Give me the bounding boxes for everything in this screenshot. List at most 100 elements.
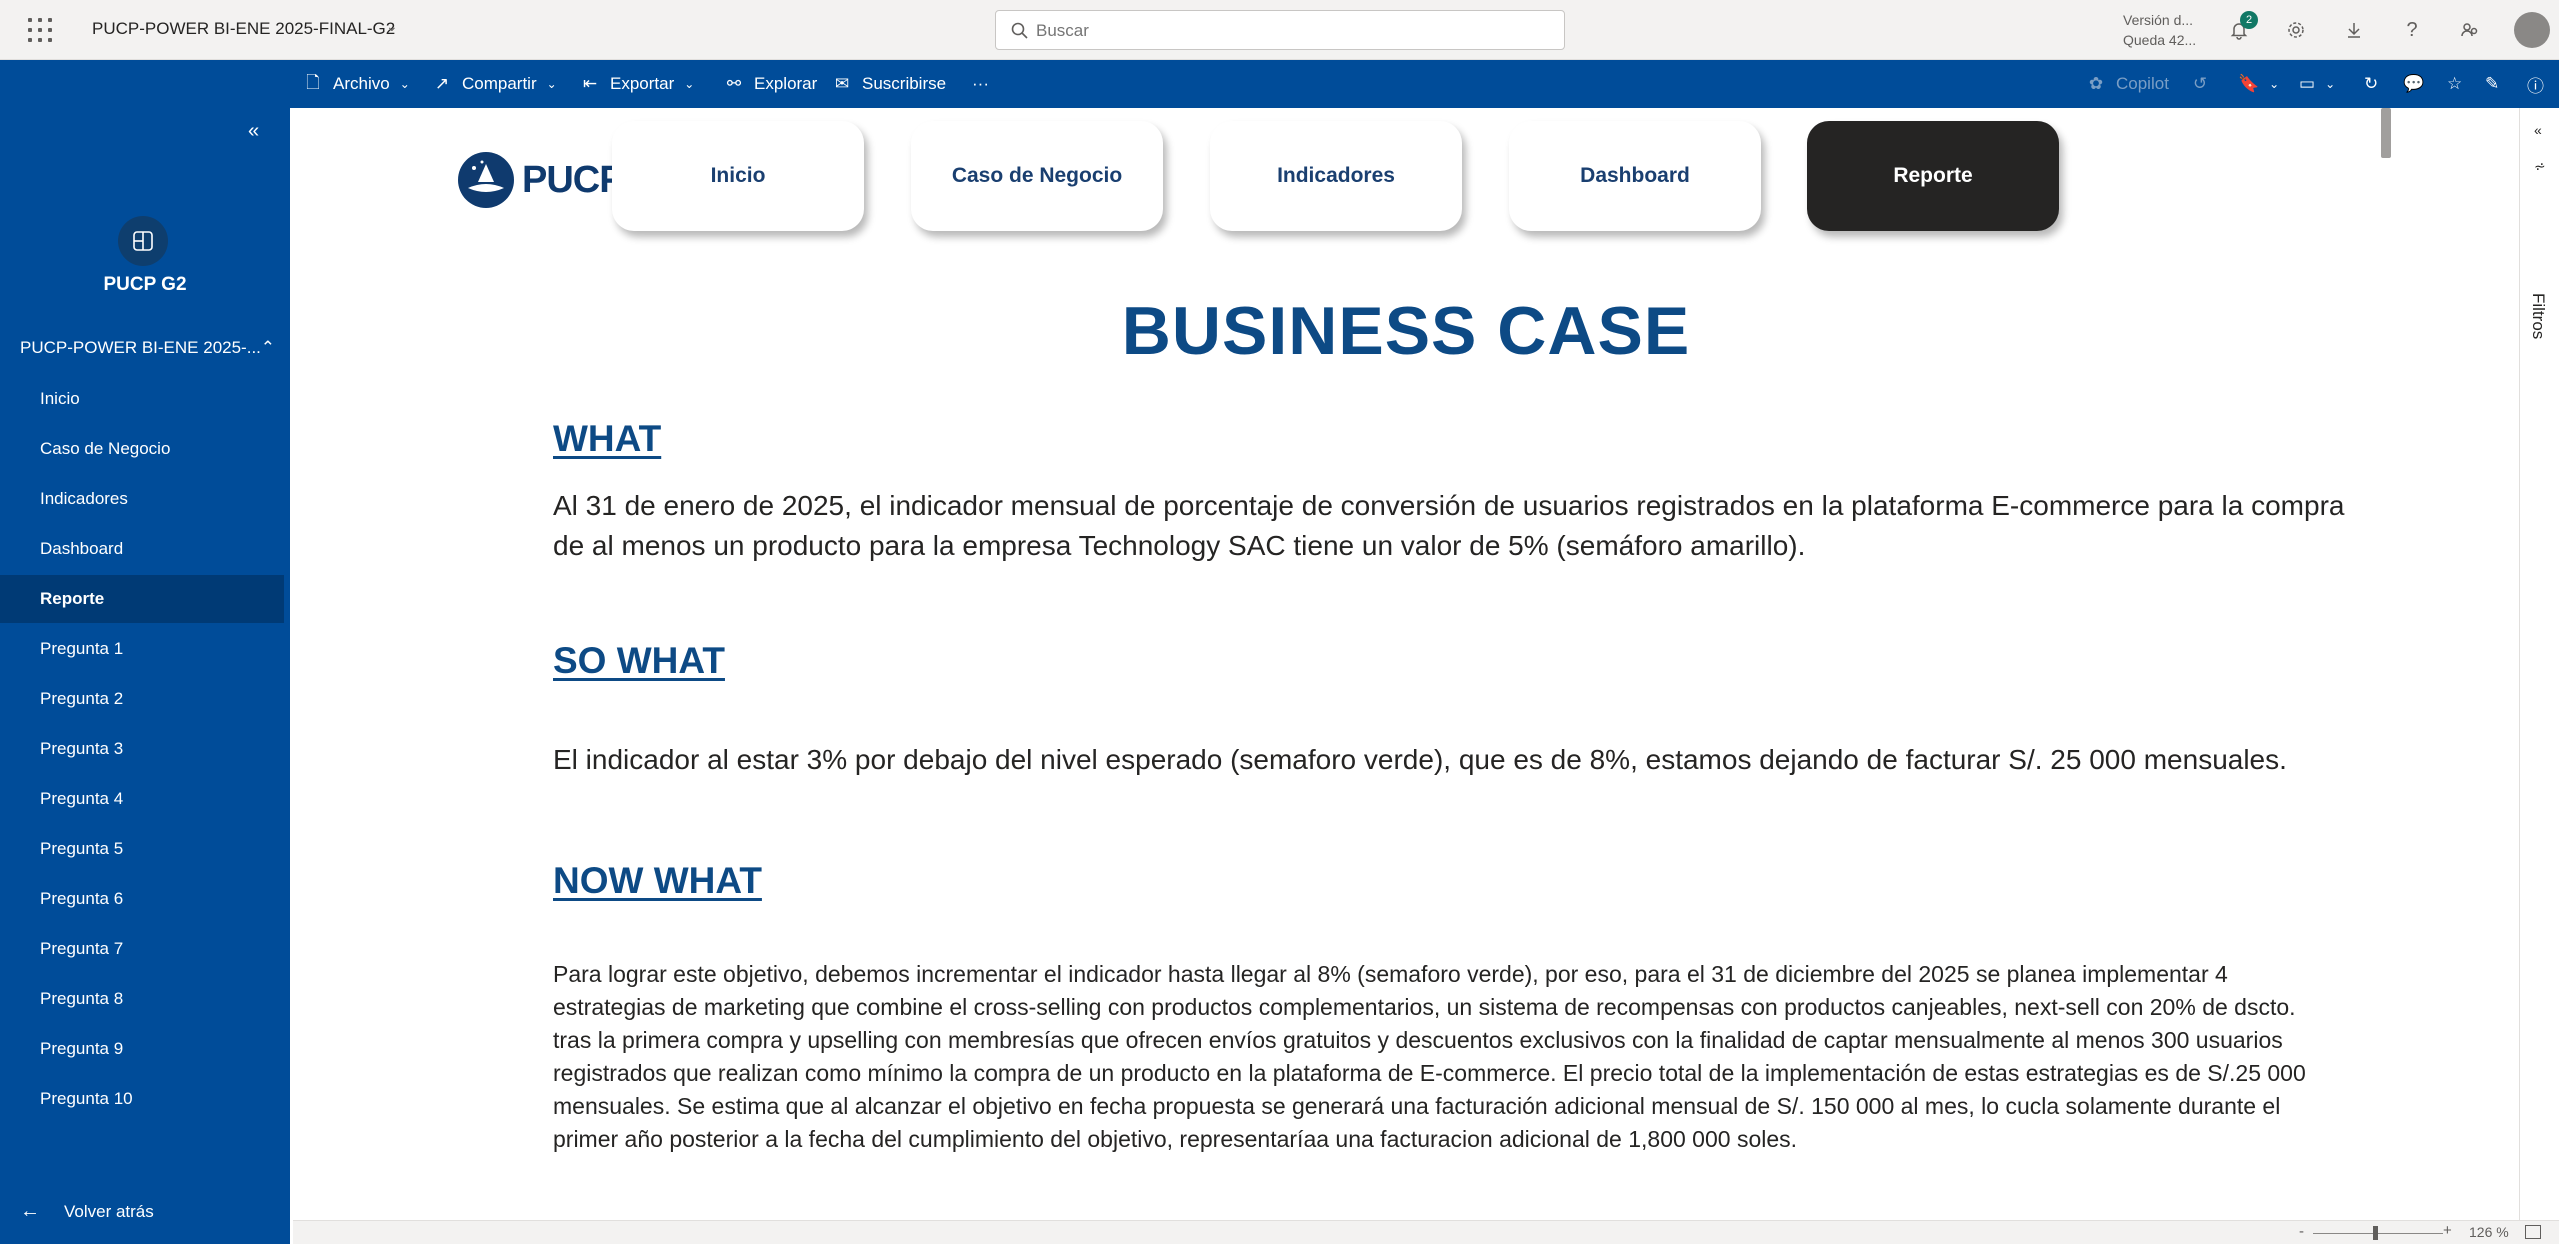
sidebar-item-label: Reporte: [40, 589, 105, 608]
page-title: BUSINESS CASE: [1121, 293, 1691, 369]
undo-icon[interactable]: ↺: [2193, 60, 2207, 108]
sidebar-item[interactable]: Indicadores: [0, 475, 284, 523]
sidebar-item[interactable]: Dashboard: [0, 525, 284, 573]
suscribirse-button[interactable]: ✉ Suscribirse: [832, 60, 946, 108]
arrow-left-icon: ←: [20, 1200, 40, 1222]
sidebar-item-label: Caso de Negocio: [40, 439, 171, 458]
report-title[interactable]: PUCP-POWER BI-ENE 2025-FINAL-G2: [92, 19, 395, 39]
zoom-slider-thumb[interactable]: [2373, 1226, 2379, 1240]
vertical-scrollbar[interactable]: [2381, 108, 2391, 158]
edit-pencil-icon[interactable]: ✎: [2485, 60, 2499, 108]
command-bar: 🗋 Archivo ⌄ ↗ Compartir ⌄ ⇤ Exportar ⌄ ⚯…: [0, 60, 2559, 108]
bookmark-icon[interactable]: 🔖 ⌄: [2238, 60, 2279, 108]
pucp-logo: PUCP: [458, 152, 625, 208]
so-what-heading: SO WHAT: [553, 640, 725, 681]
report-nav-button[interactable]: Dashboard: [1509, 121, 1761, 231]
archivo-menu[interactable]: 🗋 Archivo ⌄: [303, 60, 410, 108]
zoom-out-button[interactable]: -: [2299, 1223, 2304, 1240]
help-icon[interactable]: ?: [2398, 16, 2426, 44]
status-bar: - + 126 %: [293, 1220, 2559, 1244]
copilot-label: Copilot: [2116, 74, 2169, 93]
now-what-text: Para lograr este objetivo, debemos incre…: [553, 961, 2306, 1152]
sidebar-item[interactable]: Pregunta 4: [0, 775, 284, 823]
sidebar-item-label: Pregunta 4: [40, 789, 124, 808]
sidebar-item[interactable]: Pregunta 3: [0, 725, 284, 773]
refresh-icon[interactable]: ↻: [2364, 60, 2378, 108]
sidebar-item[interactable]: Pregunta 10: [0, 1075, 284, 1123]
comment-icon[interactable]: 💬: [2403, 60, 2424, 108]
export-icon: ⇤: [582, 74, 598, 93]
zoom-level: 126 %: [2469, 1224, 2509, 1240]
download-icon[interactable]: [2340, 16, 2368, 44]
trial-remaining-label: Queda 42...: [2123, 32, 2197, 48]
logo-text: PUCP: [522, 158, 625, 201]
sidebar-item-label: Pregunta 7: [40, 939, 124, 958]
back-label: Volver atrás: [64, 1201, 154, 1221]
exportar-label: Exportar: [610, 74, 675, 93]
compartir-menu[interactable]: ↗ Compartir ⌄: [432, 60, 557, 108]
sidebar-item[interactable]: Pregunta 1: [0, 625, 284, 673]
gear-icon[interactable]: [2282, 16, 2310, 44]
file-icon: 🗋: [306, 72, 320, 92]
zoom-in-button[interactable]: +: [2443, 1222, 2452, 1239]
search-input[interactable]: [1036, 19, 1536, 43]
collapse-nav-icon[interactable]: «: [248, 120, 259, 143]
sidebar-item-label: Pregunta 9: [40, 1039, 124, 1058]
share-icon: ↗: [434, 74, 450, 93]
version-info[interactable]: Versión d... Queda 42...: [2123, 10, 2196, 50]
sidebar-item-label: Pregunta 10: [40, 1089, 133, 1108]
what-text: Al 31 de enero de 2025, el indicador men…: [553, 490, 2345, 561]
info-icon[interactable]: ⓘ: [2527, 60, 2544, 108]
sidebar-item[interactable]: Pregunta 9: [0, 1025, 284, 1073]
view-icon[interactable]: ▭ ⌄: [2299, 60, 2335, 108]
sidebar-item[interactable]: Pregunta 8: [0, 975, 284, 1023]
exportar-menu[interactable]: ⇤ Exportar ⌄: [580, 60, 694, 108]
favorite-star-icon[interactable]: ☆: [2447, 60, 2462, 108]
more-options-button[interactable]: ···: [972, 60, 989, 108]
sidebar-item[interactable]: Pregunta 6: [0, 875, 284, 923]
chevron-down-icon: ⌄: [399, 77, 410, 91]
notification-badge: 2: [2240, 11, 2258, 29]
what-heading: WHAT: [553, 418, 662, 459]
subscribe-icon: ✉: [834, 74, 850, 93]
sidebar-item-label: Indicadores: [40, 489, 128, 508]
chevron-down-icon[interactable]: ⌄: [386, 18, 398, 35]
filters-label[interactable]: Filtros: [2528, 293, 2548, 339]
sidebar-item[interactable]: Caso de Negocio: [0, 425, 284, 473]
sidebar-item[interactable]: Inicio: [0, 375, 284, 423]
sidebar-item[interactable]: Pregunta 5: [0, 825, 284, 873]
chevron-up-icon: ⌃: [260, 338, 275, 357]
sidebar-item-label: Pregunta 1: [40, 639, 124, 658]
back-button[interactable]: ← Volver atrás: [20, 1200, 154, 1223]
user-avatar[interactable]: [2514, 12, 2550, 48]
report-section-header[interactable]: PUCP-POWER BI-ENE 2025-... ⌃: [20, 338, 275, 358]
search-box[interactable]: [995, 10, 1565, 50]
so-what-text: El indicador al estar 3% por debajo del …: [553, 744, 2287, 775]
explorar-label: Explorar: [754, 74, 818, 93]
explorar-button[interactable]: ⚯ Explorar: [724, 60, 817, 108]
filters-pane[interactable]: « ⩫ Filtros: [2519, 108, 2559, 1220]
chevron-down-icon: ⌄: [546, 77, 557, 91]
compartir-label: Compartir: [462, 74, 537, 93]
navigation-pane: « PUCP G2 PUCP-POWER BI-ENE 2025-... ⌃ I…: [0, 108, 290, 1244]
report-nav-button[interactable]: Caso de Negocio: [911, 121, 1163, 231]
archivo-label: Archivo: [333, 74, 390, 93]
sidebar-item-label: Pregunta 2: [40, 689, 124, 708]
report-nav-button[interactable]: Inicio: [612, 121, 864, 231]
report-nav-button[interactable]: Indicadores: [1210, 121, 1462, 231]
search-icon: [1011, 22, 1028, 39]
sidebar-item-label: Pregunta 3: [40, 739, 124, 758]
sidebar-item-label: Pregunta 5: [40, 839, 124, 858]
expand-filters-icon[interactable]: «: [2534, 122, 2542, 138]
sidebar-item[interactable]: Pregunta 7: [0, 925, 284, 973]
report-nav-button[interactable]: Reporte: [1807, 121, 2059, 231]
copilot-button[interactable]: ✿ Copilot: [2086, 60, 2169, 108]
report-canvas: PUCP Inicio Caso de Negocio Indicadores Das…: [293, 108, 2519, 1220]
top-header: PUCP-POWER BI-ENE 2025-FINAL-G2 ⌄ Versió…: [0, 0, 2559, 60]
app-launcher-icon[interactable]: [28, 18, 52, 42]
share-people-icon[interactable]: [2456, 16, 2484, 44]
sidebar-item[interactable]: Reporte: [0, 575, 284, 623]
sidebar-item[interactable]: Pregunta 2: [0, 675, 284, 723]
version-label: Versión d...: [2123, 12, 2194, 28]
fit-to-page-icon[interactable]: [2525, 1225, 2541, 1239]
